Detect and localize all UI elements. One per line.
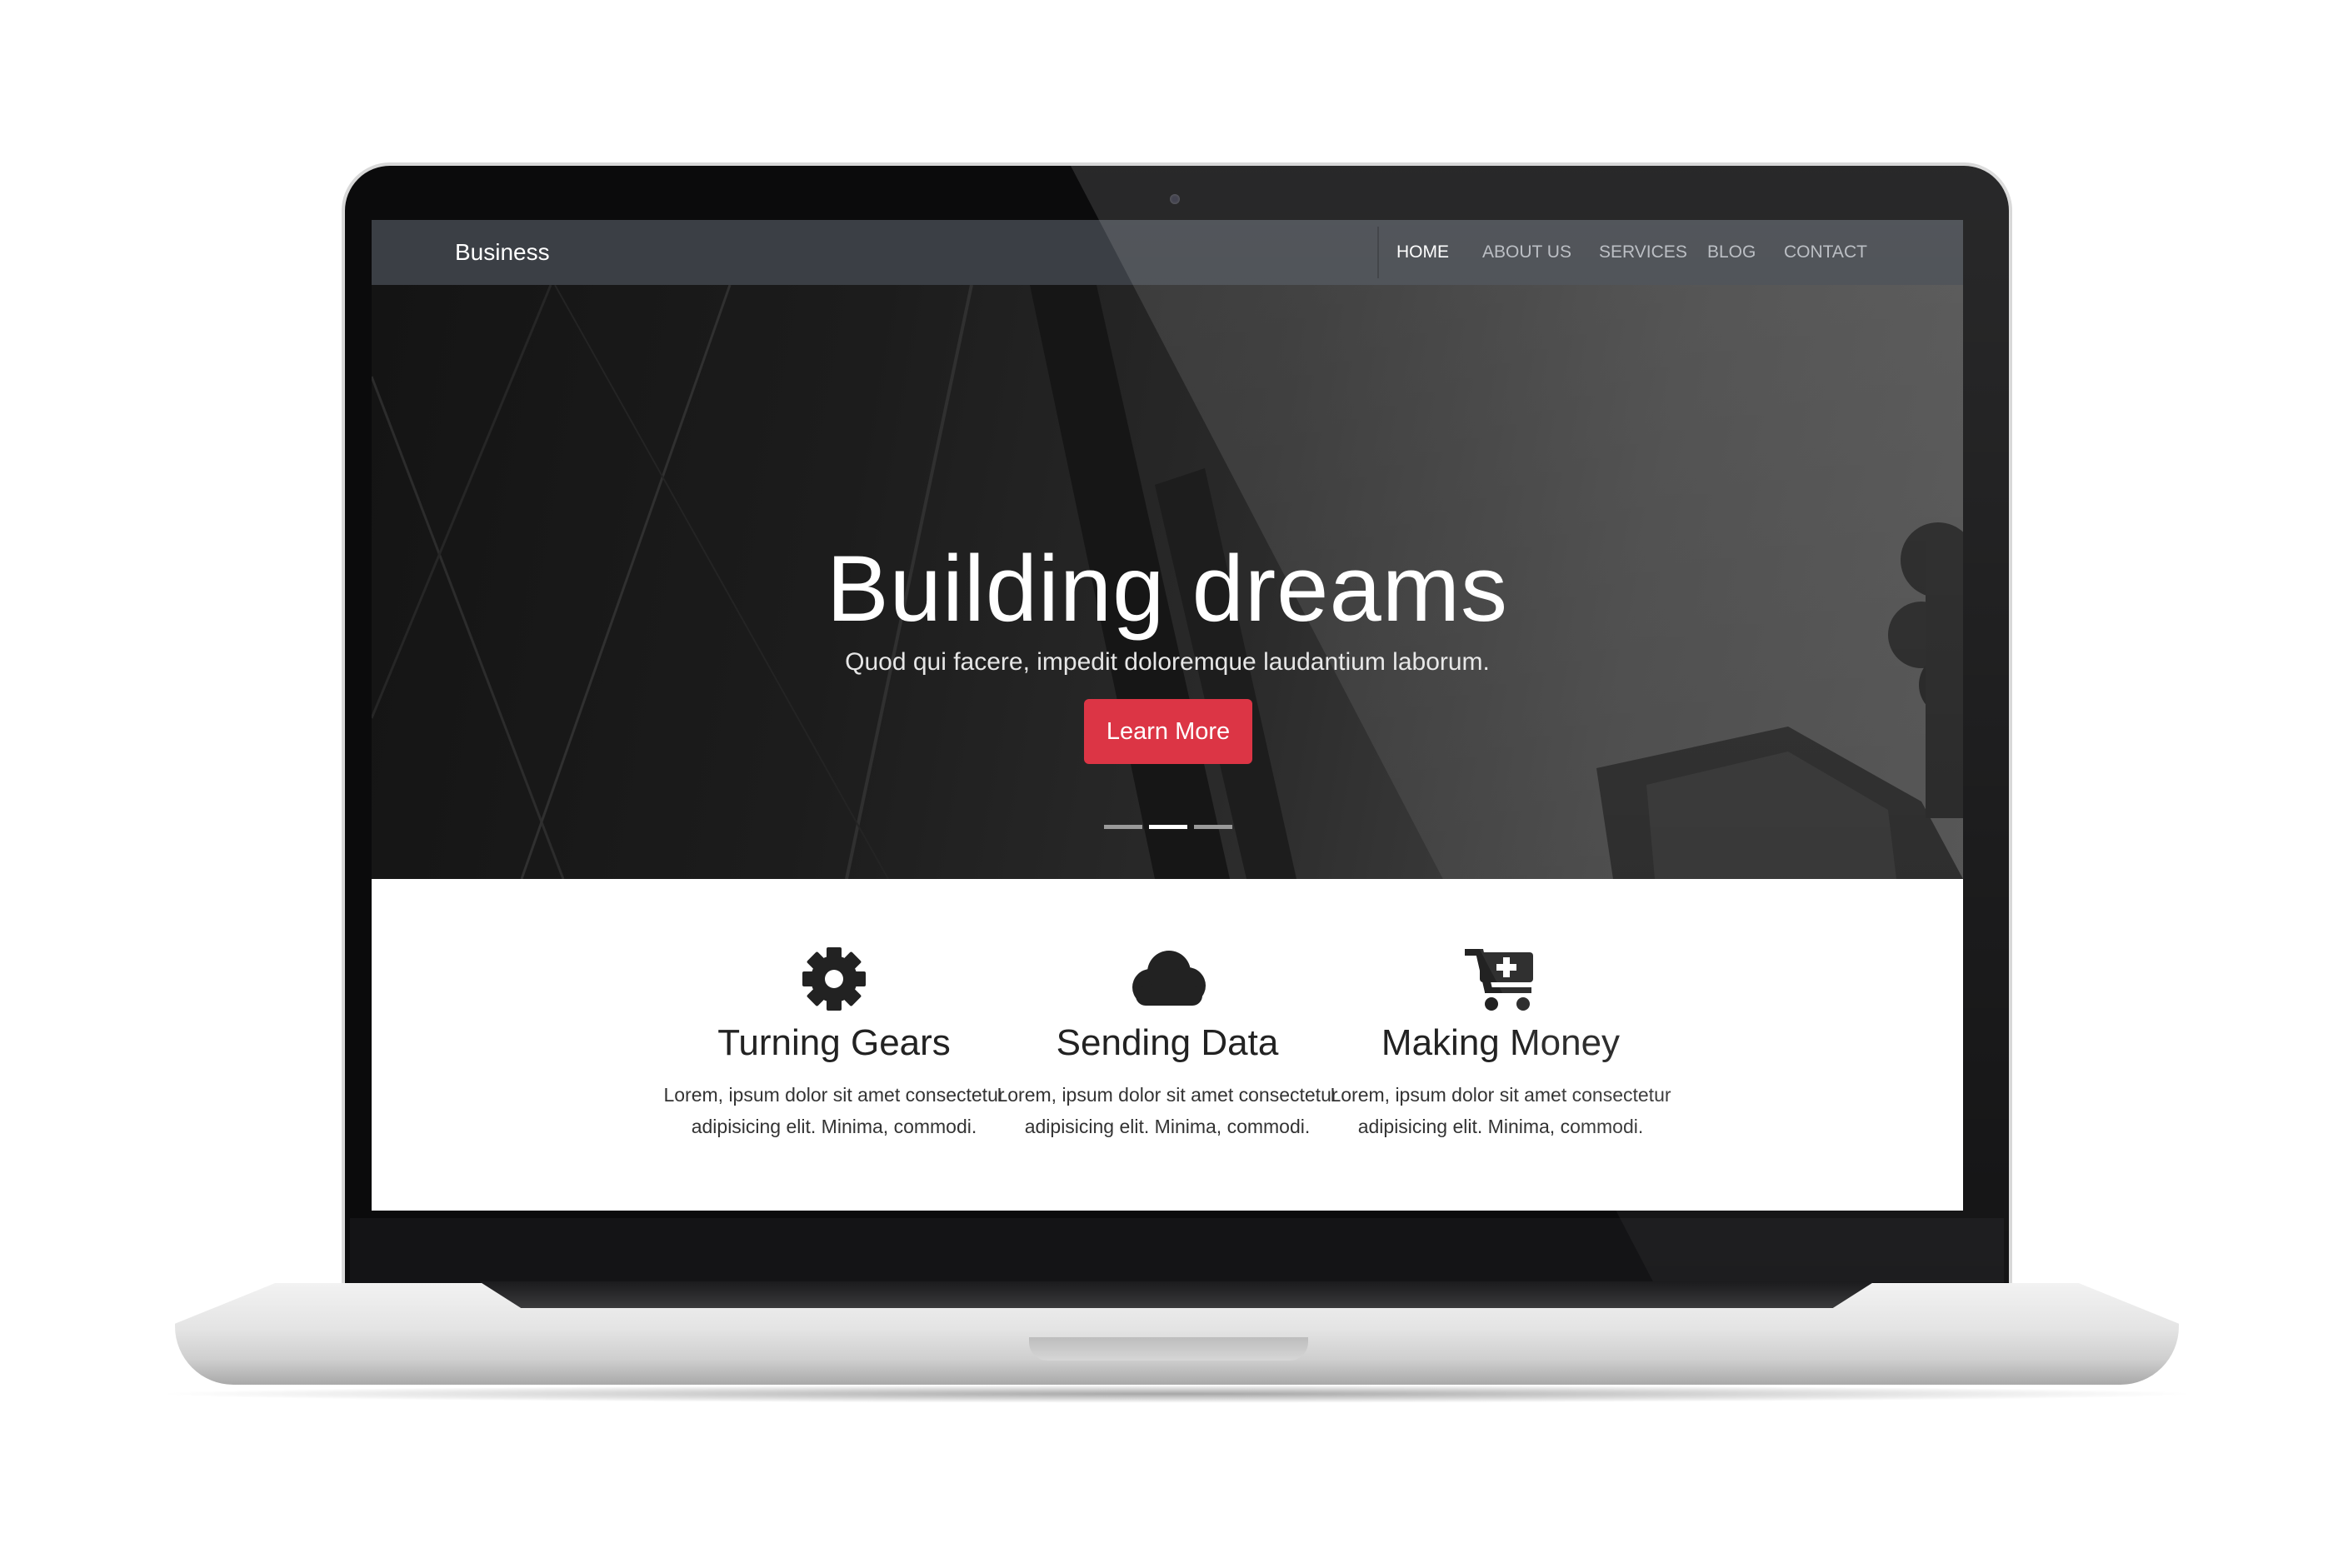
feature-title: Making Money: [1381, 1022, 1621, 1063]
carousel-indicator-1[interactable]: [1104, 825, 1142, 829]
webcam-icon: [1170, 194, 1180, 204]
hero-carousel: Building dreams Quod qui facere, impedit…: [372, 285, 1963, 879]
carousel-indicator-3[interactable]: [1194, 825, 1232, 829]
learn-more-button[interactable]: Learn More: [1084, 699, 1252, 764]
laptop-hinge: [479, 1281, 1875, 1308]
laptop-bezel-bottom: [350, 1218, 2004, 1285]
feature-making-money: Making Money Lorem, ipsum dolor sit amet…: [1251, 879, 1751, 1211]
nav-services[interactable]: SERVICES: [1599, 220, 1687, 285]
nav-blog[interactable]: BLOG: [1707, 220, 1756, 285]
feature-text: Lorem, ipsum dolor sit amet consectetur …: [1330, 1084, 1671, 1137]
carousel-indicator-2[interactable]: [1149, 825, 1187, 829]
navbar: Business HOME ABOUT US SERVICES BLOG CON…: [372, 220, 1963, 285]
nav-divider: [1377, 227, 1379, 278]
nav-contact[interactable]: CONTACT: [1784, 220, 1867, 285]
nav-home[interactable]: HOME: [1396, 220, 1449, 285]
laptop-shadow: [150, 1385, 2204, 1403]
hero-title: Building dreams: [826, 537, 1509, 641]
laptop-opening-notch: [1029, 1337, 1308, 1361]
cart-plus-icon: [1251, 946, 1751, 1012]
hero-subtitle: Quod qui facere, impedit doloremque laud…: [845, 648, 1490, 676]
website-screen: Business HOME ABOUT US SERVICES BLOG CON…: [372, 220, 1963, 1211]
nav-about-us[interactable]: ABOUT US: [1482, 220, 1571, 285]
brand-logo[interactable]: Business: [455, 220, 550, 285]
